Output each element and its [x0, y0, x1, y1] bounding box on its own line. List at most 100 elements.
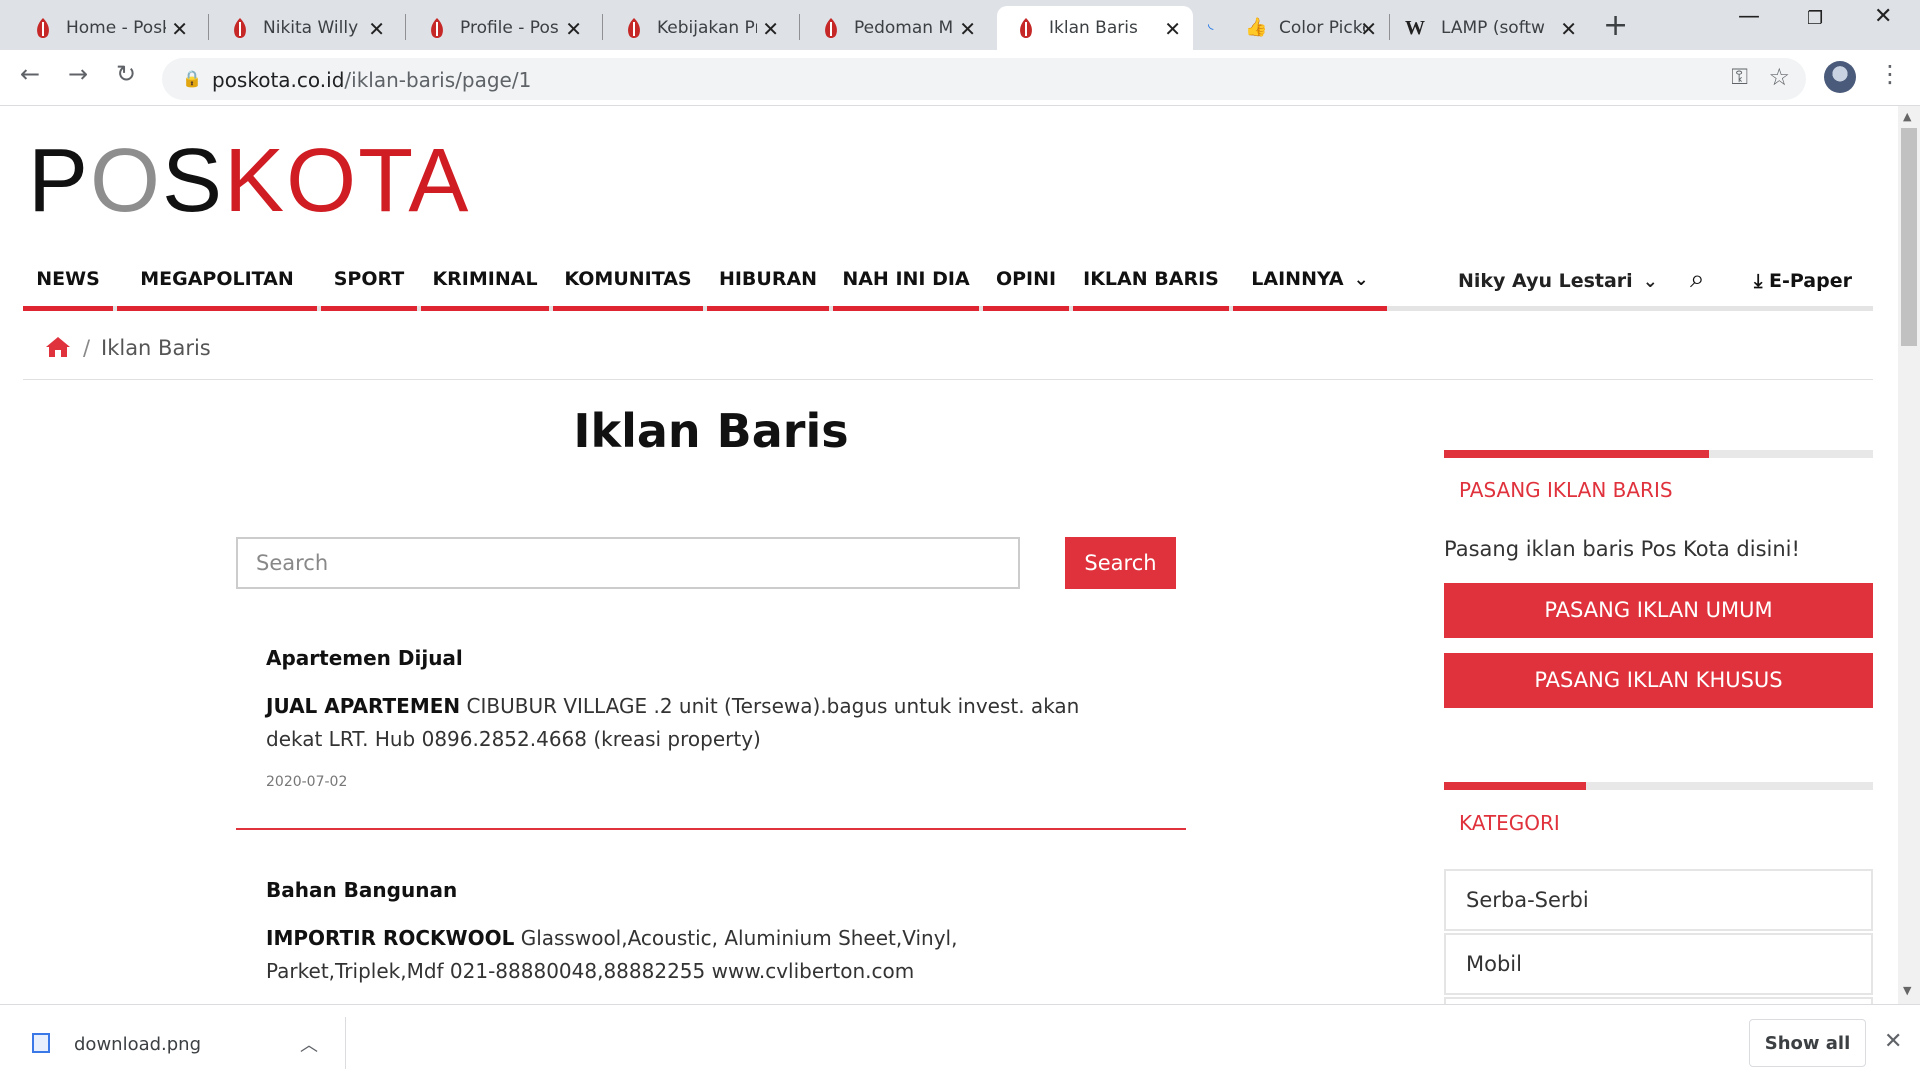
reload-icon[interactable]: ↻: [116, 60, 136, 88]
url-text[interactable]: poskota.co.id/iklan-baris/page/1: [212, 68, 531, 92]
ad-category[interactable]: Apartemen Dijual: [266, 646, 1166, 670]
scroll-up-icon[interactable]: ▲: [1903, 110, 1911, 123]
tab-profile[interactable]: Profile - Poskota ✕: [394, 6, 594, 50]
pasang-iklan-heading: PASANG IKLAN BARIS: [1459, 478, 1673, 502]
poskota-favicon-icon: [1020, 18, 1032, 38]
search-button[interactable]: Search: [1065, 537, 1176, 589]
search-icon[interactable]: ⌕: [1690, 264, 1705, 295]
back-icon[interactable]: ←: [20, 60, 40, 88]
pasang-iklan-umum-button[interactable]: PASANG IKLAN UMUM: [1444, 583, 1873, 638]
menu-dots-icon[interactable]: ⋮: [1878, 60, 1902, 88]
tab-title: Iklan Baris - Poskota: [1049, 18, 1143, 38]
nav-megapolitan[interactable]: MEGAPOLITAN: [117, 248, 317, 311]
address-bar[interactable]: 🔒 poskota.co.id/iklan-baris/page/1 ⚿ ☆: [162, 58, 1806, 100]
category-item[interactable]: Serba-Serbi: [1444, 869, 1873, 931]
loading-spinner-icon: ◟: [1208, 16, 1214, 32]
scrollbar-thumb[interactable]: [1901, 128, 1917, 346]
close-tab-icon[interactable]: ✕: [368, 17, 385, 41]
nav-komunitas[interactable]: KOMUNITAS: [553, 248, 703, 311]
close-tab-icon[interactable]: ✕: [959, 17, 976, 41]
tab-strip: Home - Poskota ✕ Nikita Willy Dinyatakan…: [0, 0, 1920, 50]
main-nav: NEWS MEGAPOLITAN SPORT KRIMINAL KOMUNITA…: [23, 248, 1873, 314]
lock-icon: 🔒: [182, 69, 202, 88]
close-tab-icon[interactable]: ✕: [171, 17, 188, 41]
user-menu[interactable]: Niky Ayu Lestari ⌄: [1458, 270, 1658, 292]
scroll-down-icon[interactable]: ▼: [1903, 984, 1911, 997]
tab-nikita[interactable]: Nikita Willy Dinyatakan ✕: [197, 6, 397, 50]
poskota-favicon-icon: [431, 18, 443, 38]
image-file-icon: [32, 1033, 50, 1053]
thumbs-up-favicon-icon: 👍: [1245, 17, 1268, 38]
breadcrumb-current: Iklan Baris: [101, 336, 211, 360]
download-separator: [345, 1017, 346, 1069]
tab-pedoman[interactable]: Pedoman Media ✕: [788, 6, 988, 50]
page-title: Iklan Baris: [573, 404, 849, 458]
tab-title: Color Picker: [1279, 18, 1365, 38]
profile-avatar[interactable]: [1824, 61, 1856, 93]
minimize-icon[interactable]: —: [1738, 4, 1760, 29]
bookmark-star-icon[interactable]: ☆: [1768, 63, 1790, 91]
close-window-icon[interactable]: ✕: [1874, 4, 1892, 29]
epaper-link[interactable]: ⤓ E-Paper: [1754, 270, 1852, 292]
chevron-down-icon: ⌄: [1353, 269, 1369, 290]
ad-divider: [236, 828, 1186, 830]
nav-sport[interactable]: SPORT: [321, 248, 417, 311]
nav-hiburan[interactable]: HIBURAN: [707, 248, 829, 311]
forward-icon[interactable]: →: [68, 60, 88, 88]
close-tab-icon[interactable]: ✕: [1360, 17, 1377, 41]
home-icon[interactable]: [45, 336, 71, 358]
page-content: POSKOTA NEWS MEGAPOLITAN SPORT KRIMINAL …: [0, 106, 1898, 1004]
tab-color-picker[interactable]: ◟ 👍 Color Picker ✕: [1193, 6, 1389, 50]
download-file-name[interactable]: download.png: [74, 1034, 201, 1055]
tab-title: LAMP (software bundle): [1441, 18, 1545, 38]
download-icon: ⤓: [1754, 270, 1763, 292]
sidebar-heading-rule: [1444, 450, 1873, 458]
wikipedia-favicon-icon: W: [1405, 17, 1425, 39]
nav-kriminal[interactable]: KRIMINAL: [421, 248, 549, 311]
chevron-up-icon[interactable]: ︿: [300, 1031, 318, 1057]
category-item[interactable]: [1444, 997, 1873, 1004]
tab-title: Home - Poskota: [66, 18, 166, 38]
nav-lainnya[interactable]: LAINNYA ⌄: [1233, 248, 1387, 311]
tab-title: Pedoman Media: [854, 18, 954, 38]
poskota-logo[interactable]: POSKOTA: [28, 136, 470, 226]
key-icon[interactable]: ⚿: [1731, 65, 1748, 90]
new-tab-button[interactable]: +: [1603, 8, 1628, 43]
nav-nah-ini-dia[interactable]: NAH INI DIA: [833, 248, 979, 311]
tab-lamp[interactable]: W LAMP (software bundle) ✕: [1389, 6, 1589, 50]
ad-date: 2020-07-02: [266, 774, 348, 790]
chevron-down-icon: ⌄: [1642, 271, 1658, 292]
ad-category[interactable]: Bahan Bangunan: [266, 878, 1166, 902]
pasang-iklan-khusus-button[interactable]: PASANG IKLAN KHUSUS: [1444, 653, 1873, 708]
breadcrumb: / Iklan Baris: [23, 322, 1873, 380]
poskota-favicon-icon: [37, 18, 49, 38]
poskota-favicon-icon: [825, 18, 837, 38]
download-bar: download.png ︿ Show all ✕: [0, 1004, 1920, 1080]
close-tab-icon[interactable]: ✕: [762, 17, 779, 41]
close-tab-icon[interactable]: ✕: [1164, 17, 1181, 41]
poskota-favicon-icon: [628, 18, 640, 38]
page-scrollbar[interactable]: ▲ ▼: [1898, 106, 1920, 1004]
category-item[interactable]: Mobil: [1444, 933, 1873, 995]
ad-text: JUAL APARTEMEN CIBUBUR VILLAGE .2 unit (…: [266, 694, 1080, 751]
ad-item: Apartemen Dijual JUAL APARTEMEN CIBUBUR …: [266, 646, 1166, 790]
nav-opini[interactable]: OPINI: [983, 248, 1069, 311]
sidebar-heading-rule: [1444, 782, 1873, 790]
nav-iklan-baris[interactable]: IKLAN BARIS: [1073, 248, 1229, 311]
show-all-button[interactable]: Show all: [1749, 1019, 1866, 1067]
ad-item: Bahan Bangunan IMPORTIR ROCKWOOL Glasswo…: [266, 878, 1166, 988]
nav-news[interactable]: NEWS: [23, 248, 113, 311]
restore-icon[interactable]: ❐: [1807, 8, 1823, 29]
tab-title: Profile - Poskota: [460, 18, 560, 38]
tab-kebijakan[interactable]: Kebijakan Privasi ✕: [591, 6, 791, 50]
ad-text: IMPORTIR ROCKWOOL Glasswool,Acoustic, Al…: [266, 926, 958, 983]
tab-home[interactable]: Home - Poskota ✕: [0, 6, 200, 50]
tab-iklan-baris[interactable]: Iklan Baris - Poskota ✕: [997, 6, 1193, 50]
close-tab-icon[interactable]: ✕: [565, 17, 582, 41]
poskota-favicon-icon: [234, 18, 246, 38]
close-tab-icon[interactable]: ✕: [1560, 17, 1577, 41]
tab-title: Nikita Willy Dinyatakan: [263, 18, 363, 38]
close-download-bar-icon[interactable]: ✕: [1884, 1029, 1902, 1054]
tab-title: Kebijakan Privasi: [657, 18, 757, 38]
search-input[interactable]: [236, 537, 1020, 589]
